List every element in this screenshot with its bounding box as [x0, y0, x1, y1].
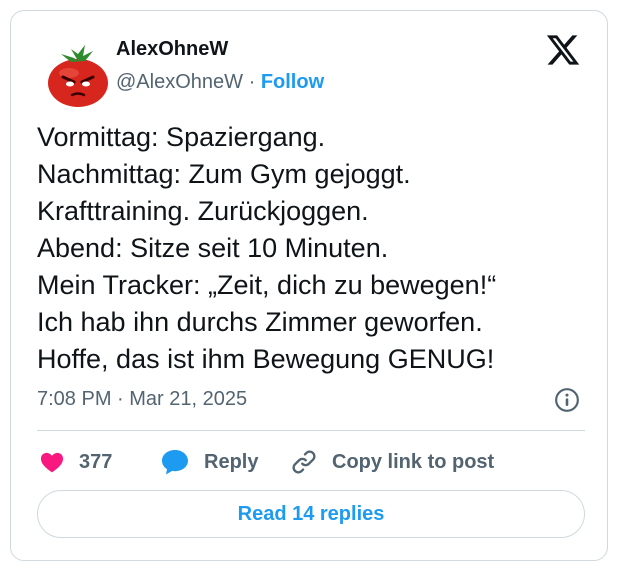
post-body-line: Krafttraining. Zurückjoggen.: [37, 196, 369, 226]
read-replies-button[interactable]: Read 14 replies: [37, 490, 585, 538]
copy-link-label: Copy link to post: [332, 450, 495, 473]
author-name[interactable]: AlexOhneW: [116, 38, 228, 61]
heart-icon: [40, 452, 64, 473]
link-icon: [292, 450, 316, 474]
x-logo-icon[interactable]: [545, 32, 581, 68]
like-button[interactable]: 377: [39, 447, 112, 477]
avatar[interactable]: [41, 37, 115, 111]
author-handle-row: @AlexOhneW · Follow: [116, 71, 324, 94]
post-body-line: Ich hab ihn durchs Zimmer geworfen.: [37, 307, 483, 337]
post-body-line: Nachmittag: Zum Gym gejoggt.: [37, 159, 411, 189]
post-body: Vormittag: Spaziergang. Nachmittag: Zum …: [37, 119, 587, 378]
post-body-line: Mein Tracker: „Zeit, dich zu bewegen!“: [37, 270, 497, 300]
info-icon[interactable]: [554, 387, 580, 413]
follow-button[interactable]: Follow: [261, 71, 324, 93]
author-handle[interactable]: @AlexOhneW: [116, 71, 243, 93]
read-replies-label: Read 14 replies: [237, 502, 385, 525]
post-card: AlexOhneW @AlexOhneW · Follow Vormittag:…: [10, 10, 608, 561]
post-body-line: Hoffe, das ist ihm Bewegung GENUG!: [37, 344, 495, 374]
post-timestamp[interactable]: 7:08 PM · Mar 21, 2025: [37, 388, 247, 411]
post-body-line: Vormittag: Spaziergang.: [37, 122, 326, 152]
handle-separator: ·: [248, 71, 256, 93]
divider: [37, 430, 585, 431]
reply-label: Reply: [204, 450, 259, 473]
post-body-line: Abend: Sitze seit 10 Minuten.: [37, 233, 389, 263]
copy-link-button[interactable]: Copy link to post: [290, 447, 494, 477]
reply-bubble-icon: [162, 450, 188, 475]
like-count: 377: [79, 450, 113, 473]
reply-button[interactable]: Reply: [160, 447, 258, 477]
